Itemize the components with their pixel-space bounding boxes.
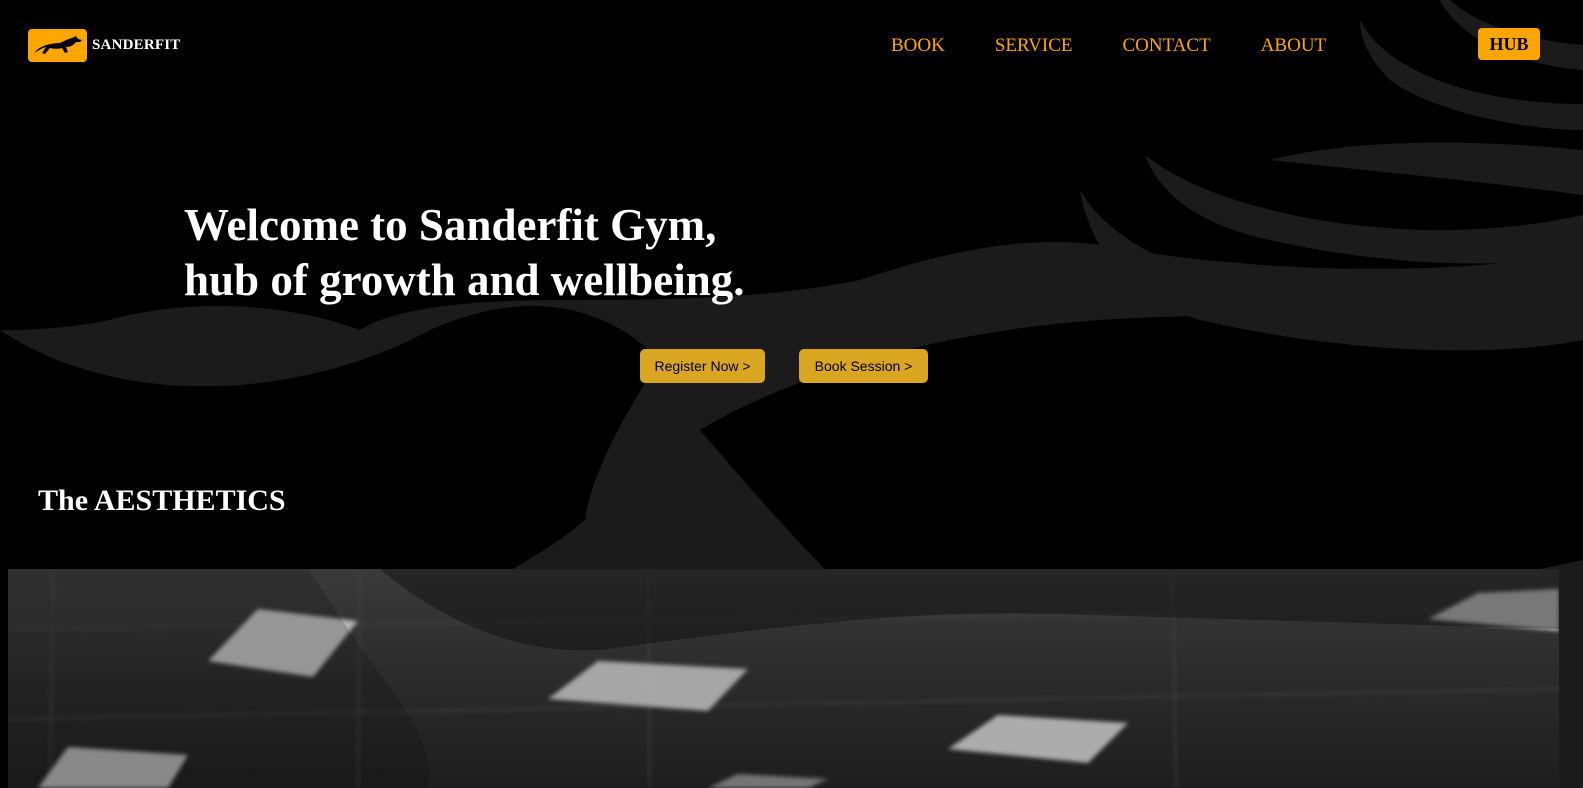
book-session-button[interactable]: Book Session >	[799, 349, 928, 383]
horse-icon	[33, 35, 82, 54]
hero-title-line-2: hub of growth and wellbeing.	[184, 255, 745, 305]
brand-logo[interactable]: SANDERFIT	[28, 29, 180, 62]
logo-badge	[28, 29, 87, 62]
gym-ceiling-photo	[8, 569, 1559, 788]
register-now-button[interactable]: Register Now >	[640, 349, 765, 383]
aesthetics-heading: The AESTHETICS	[38, 484, 286, 517]
nav-item-about[interactable]: ABOUT	[1261, 34, 1326, 58]
hub-button[interactable]: HUB	[1478, 28, 1540, 60]
brand-name: SANDERFIT	[92, 37, 181, 53]
nav-item-contact[interactable]: CONTACT	[1123, 34, 1211, 58]
aesthetics-gallery-image	[8, 569, 1559, 788]
page: SANDERFIT BOOK SERVICE CONTACT ABOUT HUB…	[0, 0, 1583, 788]
main-nav: BOOK SERVICE CONTACT ABOUT	[891, 34, 1376, 58]
nav-item-service[interactable]: SERVICE	[995, 34, 1073, 58]
nav-item-book[interactable]: BOOK	[891, 34, 945, 58]
hero-title-line-1: Welcome to Sanderfit Gym,	[184, 200, 717, 250]
hero-title: Welcome to Sanderfit Gym, hub of growth …	[184, 198, 745, 308]
